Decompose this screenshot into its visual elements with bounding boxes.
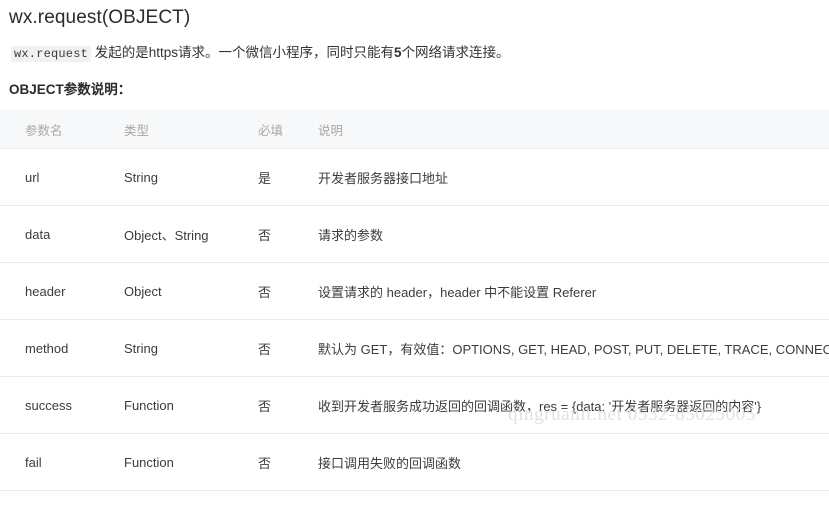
cell-type: Object、String bbox=[124, 205, 258, 263]
cell-param-name: url bbox=[0, 148, 124, 206]
cell-description: 开发者服务器接口地址 bbox=[318, 148, 829, 206]
document-clip: wx.request(OBJECT) wx.request 发起的是https请… bbox=[0, 0, 829, 505]
cell-type: String bbox=[124, 148, 258, 206]
cell-description: 默认为 GET，有效值：OPTIONS, GET, HEAD, POST, PU… bbox=[318, 319, 829, 377]
cell-required: 是 bbox=[258, 148, 318, 206]
table-row: success Function 否 收到开发者服务成功返回的回调函数，res … bbox=[0, 376, 829, 434]
cell-required: 否 bbox=[258, 433, 318, 491]
cell-param-name: complete bbox=[0, 490, 124, 505]
intro-text-after-bold: 个网络请求连接。 bbox=[401, 45, 510, 60]
column-header-type: 类型 bbox=[124, 110, 258, 149]
document-page: wx.request(OBJECT) wx.request 发起的是https请… bbox=[0, 0, 829, 505]
table-row: url String 是 开发者服务器接口地址 bbox=[0, 148, 829, 206]
cell-param-name: fail bbox=[0, 433, 124, 491]
column-header-required: 必填 bbox=[258, 110, 318, 149]
cell-param-name: success bbox=[0, 376, 124, 434]
table-header-row: 参数名 类型 必填 说明 bbox=[0, 110, 829, 149]
intro-text-before-bold: 发起的是https请求。一个微信小程序，同时只能有 bbox=[91, 45, 395, 60]
cell-type: String bbox=[124, 319, 258, 377]
cell-required: 否 bbox=[258, 490, 318, 505]
cell-description: 请求的参数 bbox=[318, 205, 829, 263]
cell-type: Object bbox=[124, 262, 258, 320]
page-title: wx.request(OBJECT) bbox=[9, 7, 191, 28]
cell-param-name: method bbox=[0, 319, 124, 377]
table-row: method String 否 默认为 GET，有效值：OPTIONS, GET… bbox=[0, 319, 829, 377]
cell-description: 接口调用结束的回调函数（调用成功、失败都会执行） bbox=[318, 490, 829, 505]
cell-type: Function bbox=[124, 433, 258, 491]
cell-param-name: header bbox=[0, 262, 124, 320]
cell-description: 设置请求的 header，header 中不能设置 Referer bbox=[318, 262, 829, 320]
table-row: fail Function 否 接口调用失败的回调函数 bbox=[0, 433, 829, 491]
column-header-description: 说明 bbox=[318, 110, 829, 149]
cell-description: 收到开发者服务成功返回的回调函数，res = {data: '开发者服务器返回的… bbox=[318, 376, 829, 434]
cell-type: Function bbox=[124, 490, 258, 505]
cell-param-name: data bbox=[0, 205, 124, 263]
cell-required: 否 bbox=[258, 262, 318, 320]
table-header: 参数名 类型 必填 说明 bbox=[0, 110, 829, 149]
section-heading-object-params: OBJECT参数说明： bbox=[9, 82, 132, 97]
table-row: header Object 否 设置请求的 header，header 中不能设… bbox=[0, 262, 829, 320]
cell-required: 否 bbox=[258, 205, 318, 263]
cell-type: Function bbox=[124, 376, 258, 434]
intro-bold-number: 5 bbox=[394, 45, 402, 60]
table-row: complete Function 否 接口调用结束的回调函数（调用成功、失败都… bbox=[0, 490, 829, 505]
table-row: data Object、String 否 请求的参数 bbox=[0, 205, 829, 263]
cell-required: 否 bbox=[258, 376, 318, 434]
cell-required: 否 bbox=[258, 319, 318, 377]
parameter-table: 参数名 类型 必填 说明 url String 是 开发者服务器接口地址 dat… bbox=[0, 110, 829, 505]
table-body: url String 是 开发者服务器接口地址 data Object、Stri… bbox=[0, 148, 829, 505]
cell-description: 接口调用失败的回调函数 bbox=[318, 433, 829, 491]
intro-paragraph: wx.request 发起的是https请求。一个微信小程序，同时只能有5个网络… bbox=[0, 31, 829, 64]
inline-code-wx-request: wx.request bbox=[11, 46, 92, 62]
column-header-param-name: 参数名 bbox=[0, 110, 124, 149]
